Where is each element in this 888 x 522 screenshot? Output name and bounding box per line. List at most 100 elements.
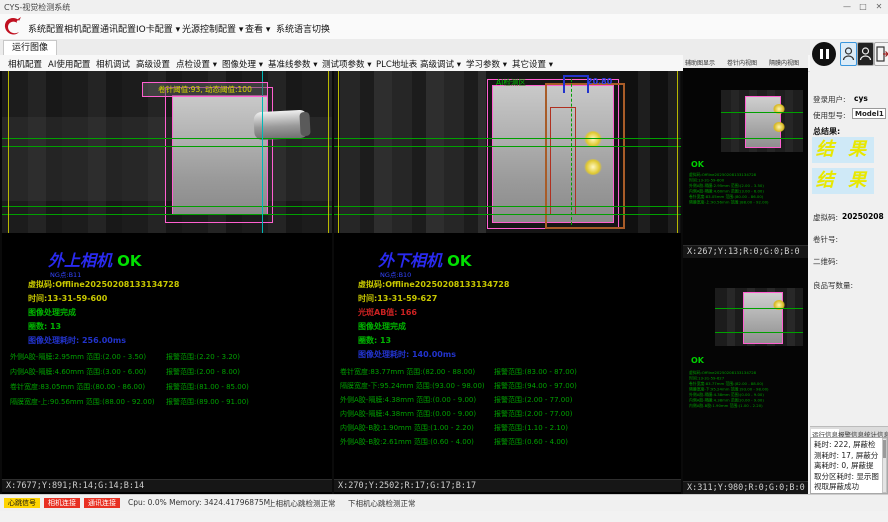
thumb-bottom-coordinate-bar: X:311;Y:980;R:0;G:0;B:0 [683,481,808,494]
alarm-range: 报警范围:(2.00 - 8.00) [166,367,240,377]
thumb-top-coordinate-bar: X:267;Y:13;R:0;G:0;B:0 [683,245,808,258]
left-camera-title-row: 外上相机 OK [48,247,141,271]
log-scrollbar-thumb[interactable] [883,440,886,458]
user-icon [841,50,856,69]
tool-plc-table[interactable]: PLC地址表 [376,58,417,70]
yellow-edge-line-left [8,71,9,233]
alarm-range: 报警范围:(83.00 - 87.00) [494,367,577,377]
thumb-result: OK [691,356,704,365]
yellow-edge-line-left [338,71,339,233]
roller-end-cap [299,112,310,136]
admin-user-button[interactable] [857,42,874,66]
middle-barcode-text: 虚拟码:Offline20250208133134728 [358,279,509,290]
thumb-baseline [715,308,803,309]
thumbnail-tabs: 辅助图显示 卷针内视图 隔膜内视图 [683,55,808,69]
model-select[interactable]: Model1 [852,108,886,119]
middle-alarm-text: 光斑AB值: 166 [358,307,417,318]
yellow-edge-line-right [677,71,678,233]
thumb-result: OK [691,160,704,169]
close-button[interactable]: ✕ [872,1,886,12]
baseline-bottom-1 [2,206,332,207]
middle-camera-panel[interactable]: 20.80 AI检测区 外下相机 OK NG点:B10 虚拟码:Offline2… [334,71,681,494]
measure-row: 内侧A胶-隔膜:4.38mm 范围:(0.00 - 9.00) [340,409,476,419]
qr-code-label: 二维码: [813,256,838,267]
glare-spot [584,131,602,147]
right-control-panel: 登录用户: cys 使用型号: Model1 总结果: 结 果 结 果 虚拟码:… [810,40,888,494]
middle-camera-title-row: 外下相机 OK [378,247,471,271]
model-label: 使用型号: [813,110,846,121]
menu-item-language-switch[interactable]: 系统语言切换 [276,22,330,35]
maximize-button[interactable]: □ [856,1,870,12]
dashed-measure-line [571,79,572,225]
thumb-tab-membrane[interactable]: 隔膜内视图 [769,58,799,67]
left-ng-label: NG点:B11 [50,269,81,279]
tool-camera-debug[interactable]: 相机调试 [96,58,130,70]
machine-block-right [620,71,681,233]
ai-region-label: AI检测区 [496,77,526,88]
tool-baseline-param[interactable]: 基准线参数 ▾ [268,58,317,70]
blue-measure-bracket [563,75,589,93]
menu-item-system-config[interactable]: 系统配置 [28,22,64,35]
machine-block [340,71,486,233]
middle-camera-result: OK [447,252,471,270]
glare-spot [584,159,602,175]
measure-row: 外侧A胶-B胶:2.61mm 范围:(0.60 - 4.00) [340,437,474,447]
thumb-baseline [721,138,803,139]
menu-item-comm-config[interactable]: 通讯配置 [100,22,136,35]
result-box-upper: 结 果 [812,137,874,163]
minimize-button[interactable]: — [840,1,854,12]
menu-item-light-config[interactable]: 光源控制配置 ▾ [182,22,243,35]
tab-run-image[interactable]: 运行图像 [3,40,57,56]
tool-camera-config[interactable]: 相机配置 [8,58,42,70]
exit-button[interactable] [874,42,888,66]
tool-test-param[interactable]: 测试项参数 ▾ [322,58,371,70]
cpu-memory-text: Cpu: 0.0% Memory: 3424.41796875M [128,498,270,507]
left-time-text: 时间:13-31-59-600 [28,293,107,304]
upper-camera-heartbeat-text: 上相机心跳检测正常 [268,498,336,509]
tool-ai-config[interactable]: AI使用配置 [48,58,90,70]
tool-learn-param[interactable]: 学习参数 ▾ [466,58,507,70]
thumb-glare-spot [773,122,785,132]
menu-item-io-config[interactable]: IO卡配置 ▾ [136,22,180,35]
middle-turns-text: 圈数: 13 [358,335,391,346]
alarm-range: 报警范围:(81.00 - 85.00) [166,382,249,392]
menu-item-camera-config[interactable]: 相机配置 [64,22,100,35]
comm-link-badge: 通讯连接 [84,498,120,508]
alarm-range: 报警范围:(2.00 - 77.00) [494,395,572,405]
login-user-button[interactable] [840,42,857,66]
baseline-top-2 [334,146,681,147]
thumb-tab-needle[interactable]: 卷针内视图 [727,58,757,67]
menu-item-view[interactable]: 查看 ▾ [245,22,270,35]
left-elapsed-text: 图像处理耗时: 256.00ms [28,335,126,346]
login-user-label: 登录用户: [813,94,846,105]
alarm-range: 报警范围:(94.00 - 97.00) [494,381,577,391]
menubar: 系统配置 相机配置 通讯配置 IO卡配置 ▾ 光源控制配置 ▾ 查看 ▾ 系统语… [0,14,888,39]
tool-advanced-debug[interactable]: 高级调试 ▾ [420,58,461,70]
measure-row: 内侧A胶-隔膜:4.60mm 范围:(3.00 - 6.00) [10,367,146,377]
measure-row: 隔膜宽度-上:90.56mm 范围:(88.00 - 92.00) [10,397,155,407]
tool-other-settings[interactable]: 其它设置 ▾ [512,58,553,70]
tool-image-process[interactable]: 图像处理 ▾ [222,58,263,70]
measure-row: 隔膜宽度-下:95.24mm 范围:(93.00 - 98.00) [340,381,485,391]
middle-camera-image: 20.80 AI检测区 [334,71,681,233]
middle-done-text: 图像处理完成 [358,321,406,332]
log-box[interactable]: 耗时: 222, 屏蔽检测耗时: 17, 屏蔽分离耗时: 0, 屏蔽提取分区耗时… [810,437,888,494]
thumb-text-block: 虚拟码:Offline20250208133134728 时间:13-31-59… [689,172,813,205]
total-result-label: 总结果: [813,126,840,137]
pause-button[interactable] [812,42,836,66]
thumb-text-block: 虚拟码:Offline20250208133134728 时间:13-31-59… [689,370,813,409]
thumb-tab-aux[interactable]: 辅助图显示 [685,58,715,67]
tool-advanced-set[interactable]: 高级设置 [136,58,170,70]
virtual-code-label: 虚拟码: [813,212,838,223]
needle-no-label: 卷针号: [813,234,838,245]
alarm-range: 报警范围:(2.00 - 77.00) [494,409,572,419]
baseline-bottom-2 [2,214,332,215]
left-camera-panel[interactable]: 卷针阈值:93, 动态阈值:100 外上相机 OK NG点:B11 虚拟码:Of… [2,71,332,494]
thumbnail-top[interactable]: OK 虚拟码:Offline20250208133134728 时间:13-31… [683,68,808,258]
log-scrollbar[interactable] [882,438,887,493]
result-upper-text: 结 果 [816,139,870,160]
baseline-top-1 [2,138,332,139]
alarm-range: 报警范围:(1.10 - 2.10) [494,423,568,433]
tool-spot-check[interactable]: 点检设置 ▾ [176,58,217,70]
thumbnail-bottom[interactable]: OK 虚拟码:Offline20250208133134728 时间:13-31… [683,258,808,494]
